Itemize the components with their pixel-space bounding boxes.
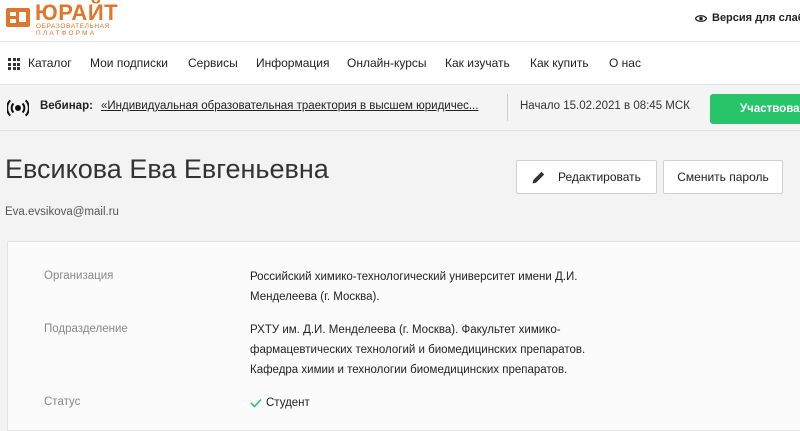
webinar-divider [507, 94, 508, 121]
brand-subtitle-2: ПЛАТФОРМА [36, 30, 97, 37]
grid-icon[interactable] [8, 58, 20, 70]
organization-value: Российский химико-технологический универ… [250, 267, 630, 307]
webinar-banner: Вебинар: «Индивидуальная образовательная… [0, 85, 800, 131]
nav-item-information[interactable]: Информация [256, 42, 329, 85]
pencil-icon [532, 171, 545, 184]
logo-mark-icon [6, 8, 30, 27]
department-line: Кафедра химии и технологии биомедицински… [250, 364, 568, 376]
nav-item-how-to-study[interactable]: Как изучать [445, 42, 510, 85]
check-icon [250, 398, 262, 408]
nav-item-subscriptions[interactable]: Мои подписки [90, 42, 168, 85]
user-email: Eva.evsikova@mail.ru [5, 206, 119, 218]
status-text: Студент [266, 397, 310, 409]
organization-label: Организация [44, 270, 114, 282]
brand-subtitle-1: ОБРАЗОВАТЕЛЬНАЯ [36, 23, 110, 30]
organization-line: Российский химико-технологический универ… [250, 271, 578, 283]
accessibility-link[interactable]: Версия для слабов [695, 12, 800, 24]
edit-profile-button[interactable]: Редактировать [516, 160, 657, 194]
page-title: Евсикова Ева Евгеньевна [5, 154, 329, 184]
eye-icon [695, 14, 707, 22]
department-line: РХТУ им. Д.И. Менделеева (г. Москва). Фа… [250, 324, 561, 336]
top-bar: ЮРАЙТ ОБРАЗОВАТЕЛЬНАЯ ПЛАТФОРМА Версия д… [0, 0, 800, 41]
change-password-button[interactable]: Сменить пароль [663, 160, 783, 194]
brand-name: ЮРАЙТ [35, 0, 119, 25]
webinar-date: Начало 15.02.2021 в 08:45 МСК [520, 100, 690, 112]
webinar-label: Вебинар: [40, 100, 93, 112]
nav-item-about[interactable]: О нас [609, 42, 641, 85]
join-webinar-button[interactable]: Участвоват [710, 94, 800, 124]
nav-item-how-to-buy[interactable]: Как купить [530, 42, 589, 85]
nav-item-catalog[interactable]: Каталог [28, 42, 72, 85]
main-nav: Каталог Мои подписки Сервисы Информация … [0, 41, 800, 85]
department-label: Подразделение [44, 323, 128, 335]
edit-profile-label: Редактировать [558, 170, 641, 184]
department-line: фармацевтических технологий и биомедицин… [250, 344, 586, 356]
department-value: РХТУ им. Д.И. Менделеева (г. Москва). Фа… [250, 320, 630, 380]
organization-line: Менделеева (г. Москва). [250, 291, 380, 303]
webinar-title-link[interactable]: «Индивидуальная образовательная траектор… [101, 100, 493, 112]
nav-item-online-courses[interactable]: Онлайн-курсы [347, 42, 427, 85]
status-label: Статус [44, 396, 81, 408]
broadcast-icon [7, 99, 29, 117]
profile-details-card: Организация Российский химико-технологич… [7, 241, 800, 431]
status-value: Студент [250, 393, 630, 413]
brand-logo[interactable]: ЮРАЙТ ОБРАЗОВАТЕЛЬНАЯ ПЛАТФОРМА [5, 0, 119, 37]
accessibility-label: Версия для слабов [712, 12, 800, 24]
nav-item-services[interactable]: Сервисы [188, 42, 238, 85]
